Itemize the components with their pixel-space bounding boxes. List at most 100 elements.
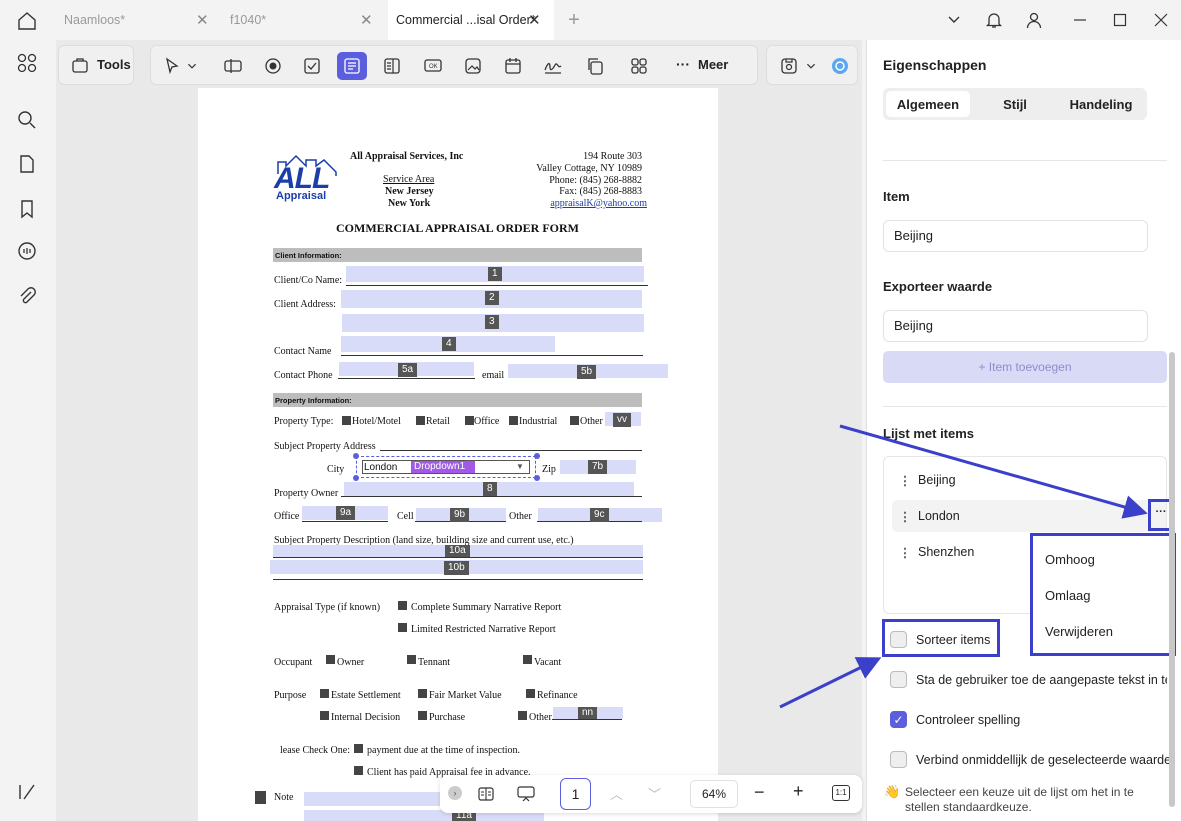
checkbox[interactable] xyxy=(255,791,266,804)
comment-icon[interactable] xyxy=(16,240,40,264)
date-field-icon[interactable] xyxy=(498,52,528,80)
city-dropdown[interactable]: London Dropdown1 ▼ xyxy=(362,460,530,474)
home-icon[interactable] xyxy=(16,10,38,37)
chevron-down-icon[interactable]: ﹀ xyxy=(648,784,661,803)
checkbox[interactable] xyxy=(518,711,527,720)
attachment-icon[interactable] xyxy=(16,285,40,309)
checkbox[interactable] xyxy=(570,416,579,425)
option-label: Complete Summary Narrative Report xyxy=(411,602,562,613)
hint-text: Selecteer een keuze uit de lijst om het … xyxy=(905,785,1134,814)
page-view-icon[interactable] xyxy=(477,785,495,808)
checkbox[interactable] xyxy=(342,416,351,425)
zoom-out-icon[interactable]: − xyxy=(754,782,765,803)
list-box-icon[interactable] xyxy=(377,52,407,80)
image-field-icon[interactable] xyxy=(458,52,488,80)
tab-action[interactable]: Handeling xyxy=(1059,91,1143,117)
radio-button-icon[interactable] xyxy=(258,52,288,80)
ai-assistant-icon[interactable] xyxy=(825,52,855,80)
chevron-down-icon[interactable] xyxy=(183,52,201,80)
resize-handle[interactable] xyxy=(534,475,540,481)
export-value-input[interactable]: Beijing xyxy=(883,310,1148,342)
item-input[interactable]: Beijing xyxy=(883,220,1148,252)
tab-f1040[interactable]: f1040* ✕ xyxy=(222,0,382,40)
commit-value-checkbox[interactable] xyxy=(890,751,907,768)
checkbox[interactable] xyxy=(526,689,535,698)
apps-icon[interactable] xyxy=(624,52,654,80)
commit-value-label: Verbind onmiddellijk de geselecteerde wa… xyxy=(916,753,1172,767)
checkbox[interactable] xyxy=(509,416,518,425)
checkbox[interactable] xyxy=(326,655,335,664)
zip-label: Zip xyxy=(542,464,556,475)
minimize-icon[interactable] xyxy=(1068,8,1092,32)
bookmark-icon[interactable] xyxy=(16,198,40,222)
check-one-label: lease Check One: xyxy=(280,745,350,756)
bell-icon[interactable] xyxy=(982,8,1006,32)
checkbox[interactable] xyxy=(416,416,425,425)
option-label: Fair Market Value xyxy=(429,690,502,701)
zoom-in-icon[interactable]: + xyxy=(793,781,804,802)
tab-style[interactable]: Stijl xyxy=(973,91,1057,117)
tools-button[interactable]: Tools xyxy=(58,45,134,85)
checkbox[interactable] xyxy=(418,689,427,698)
user-icon[interactable] xyxy=(1022,8,1046,32)
checkbox[interactable] xyxy=(465,416,474,425)
checkbox[interactable] xyxy=(320,711,329,720)
search-icon[interactable] xyxy=(16,109,40,133)
option-label: Other xyxy=(580,416,603,427)
actual-size-button[interactable]: 1:1 xyxy=(832,785,850,801)
field-number: 5a xyxy=(398,363,418,377)
close-window-icon[interactable] xyxy=(1149,8,1173,32)
option-label: Estate Settlement xyxy=(331,690,401,701)
checkbox[interactable] xyxy=(398,623,407,632)
company-email[interactable]: appraisalK@yahoo.com xyxy=(550,198,647,209)
tab-commercial[interactable]: Commercial ...isal Order* ✕ xyxy=(388,0,554,40)
checkbox-icon[interactable] xyxy=(297,52,327,80)
checkbox[interactable] xyxy=(320,689,329,698)
more-dots-icon[interactable]: ··· xyxy=(676,56,690,72)
close-icon[interactable]: ✕ xyxy=(528,11,541,29)
zoom-level[interactable]: 64% xyxy=(690,780,738,808)
dropdown-field-icon[interactable] xyxy=(337,52,367,80)
checkbox[interactable] xyxy=(398,601,407,610)
field-number: vv xyxy=(613,413,631,427)
more-button[interactable]: Meer xyxy=(698,57,728,72)
copy-field-icon[interactable] xyxy=(580,52,610,80)
divider xyxy=(883,160,1167,161)
dropdown-arrow-icon[interactable]: ▼ xyxy=(516,462,524,471)
chevron-down-icon[interactable] xyxy=(802,52,820,80)
tab-label: f1040* xyxy=(230,13,267,27)
chevron-up-icon[interactable]: ︿ xyxy=(610,784,623,803)
field-number: nn xyxy=(578,707,598,719)
presentation-icon[interactable] xyxy=(516,785,536,808)
grid-icon[interactable] xyxy=(16,52,40,76)
chevron-down-icon[interactable] xyxy=(942,8,966,32)
new-tab-icon[interactable]: + xyxy=(562,8,586,32)
tab-naamloos[interactable]: Naamloos* ✕ xyxy=(56,0,216,40)
text-field-icon[interactable] xyxy=(218,52,248,80)
collapse-icon[interactable]: › xyxy=(448,786,462,800)
tab-general[interactable]: Algemeen xyxy=(886,91,970,117)
sidebar-toggle-icon[interactable] xyxy=(16,781,40,805)
checkbox[interactable] xyxy=(354,744,363,753)
resize-handle[interactable] xyxy=(353,475,359,481)
property-owner-label: Property Owner xyxy=(274,488,339,499)
field-number: 10b xyxy=(444,561,469,575)
page-number-input[interactable]: 1 xyxy=(560,778,591,810)
resize-handle[interactable] xyxy=(353,453,359,459)
checkbox[interactable] xyxy=(354,766,363,775)
field-number: 9c xyxy=(590,508,609,522)
field-number: 2 xyxy=(485,291,499,305)
divider xyxy=(883,406,1167,407)
resize-handle[interactable] xyxy=(534,453,540,459)
close-icon[interactable]: ✕ xyxy=(360,11,373,29)
maximize-icon[interactable] xyxy=(1108,8,1132,32)
signature-field-icon[interactable] xyxy=(538,52,568,80)
checkbox[interactable] xyxy=(523,655,532,664)
save-icon[interactable] xyxy=(774,52,804,80)
close-icon[interactable]: ✕ xyxy=(196,11,209,29)
checkbox[interactable] xyxy=(407,655,416,664)
checkbox[interactable] xyxy=(418,711,427,720)
page-icon[interactable] xyxy=(16,153,40,177)
add-item-button[interactable]: + Item toevoegen xyxy=(883,351,1167,383)
button-field-icon[interactable]: OK xyxy=(418,52,448,80)
